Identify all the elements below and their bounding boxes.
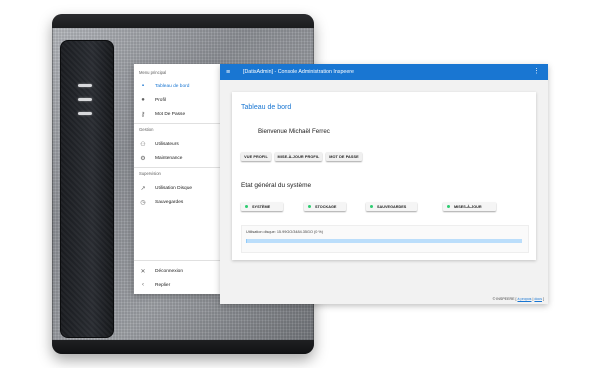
drawer-item-label: Replier: [155, 282, 171, 288]
drawer-item-collapse[interactable]: ‹ Replier: [138, 280, 218, 290]
device-led: [78, 112, 92, 115]
status-label: STOCKAGE: [315, 204, 337, 209]
drawer-item-label: Déconnexion: [155, 268, 184, 274]
chart-icon: ↗: [140, 185, 146, 192]
drawer-item-label: Profil: [155, 97, 166, 103]
status-ok-icon: [245, 205, 248, 208]
drawer-item-logout[interactable]: ✕ Déconnexion: [138, 266, 218, 276]
drawer-item-label: Sauvegardes: [155, 199, 184, 205]
disk-usage-bar: [246, 239, 522, 243]
disk-usage-label: Utilisation disque: 15.99GO/3484.35GO (0…: [246, 230, 324, 234]
app-window: ≡ [DatisAdmin] - Console Administration …: [220, 64, 548, 304]
about-link[interactable]: à propos: [517, 297, 531, 301]
device-led: [78, 98, 92, 101]
drawer-divider: [134, 123, 220, 124]
home-icon: ▪: [141, 83, 145, 89]
drawer-item-dashboard[interactable]: ▪ Tableau de bord: [138, 81, 218, 91]
device-front-panel: [60, 40, 114, 338]
key-icon: ⚷: [140, 111, 146, 118]
drawer-item-label: Utilisateurs: [155, 141, 179, 147]
drawer-item-password[interactable]: ⚷ Mot De Passe: [138, 109, 218, 119]
drawer-item-label: Maintenance: [155, 155, 183, 161]
drawer-item-users[interactable]: ⚇ Utilisateurs: [138, 139, 218, 149]
device-top-edge: [52, 14, 314, 28]
drawer-item-disk-usage[interactable]: ↗ Utilisation Disque: [138, 183, 218, 193]
view-profile-button[interactable]: VUE PROFIL: [241, 152, 271, 161]
disk-usage-panel: Utilisation disque: 15.99GO/3484.35GO (0…: [241, 225, 529, 253]
status-ok-icon: [370, 205, 373, 208]
drawer-item-label: Mot De Passe: [155, 111, 186, 117]
page-title: Tableau de bord: [241, 104, 292, 111]
people-icon: ⚇: [140, 141, 146, 148]
drawer-item-maintenance[interactable]: ⚙ Maintenance: [138, 153, 218, 163]
system-state-title: Etat général du système: [241, 182, 312, 189]
status-ok-icon: [308, 205, 311, 208]
status-label: MISES-À-JOUR: [454, 204, 482, 209]
footer: © INSPEERE [ à propos | docs ]: [492, 297, 544, 301]
password-button[interactable]: MOT DE PASSE: [326, 152, 362, 161]
device-led: [78, 84, 92, 87]
person-icon: ●: [141, 97, 145, 103]
dashboard-card: Tableau de bord Bienvenue Michaël Ferrec…: [232, 92, 536, 260]
status-label: SAUVEGARDES: [377, 204, 407, 209]
more-vert-icon[interactable]: ⋮: [533, 68, 540, 75]
drawer-item-profile[interactable]: ● Profil: [138, 95, 218, 105]
disk-usage-fill: [246, 239, 248, 243]
drawer-divider: [134, 260, 220, 261]
close-icon: ✕: [140, 268, 146, 275]
menu-icon[interactable]: ≡: [226, 69, 234, 76]
app-bar: ≡ [DatisAdmin] - Console Administration …: [220, 64, 548, 80]
section-supervision-label: Supervision: [139, 171, 161, 176]
status-storage[interactable]: STOCKAGE: [304, 202, 346, 211]
docs-link[interactable]: docs: [534, 297, 542, 301]
status-updates[interactable]: MISES-À-JOUR: [443, 202, 496, 211]
drawer-item-label: Tableau de bord: [155, 83, 190, 89]
status-ok-icon: [447, 205, 450, 208]
drawer-divider: [134, 167, 220, 168]
navigation-drawer: Menu principal ▪ Tableau de bord ● Profi…: [134, 64, 220, 294]
update-profile-button[interactable]: MISE-À-JOUR PROFIL: [275, 152, 322, 161]
footer-brand: © INSPEERE: [492, 297, 515, 301]
drawer-item-backups[interactable]: ◷ Sauvegardes: [138, 197, 218, 207]
device-bottom-edge: [52, 340, 314, 354]
section-management-label: Gestion: [139, 127, 154, 132]
status-system[interactable]: SYSTÈME: [241, 202, 283, 211]
gear-icon: ⚙: [140, 155, 146, 162]
status-label: SYSTÈME: [252, 204, 271, 209]
welcome-message: Bienvenue Michaël Ferrec: [258, 128, 330, 135]
chevron-left-icon: ‹: [142, 282, 144, 288]
section-main-label: Menu principal: [139, 70, 167, 75]
history-icon: ◷: [140, 199, 146, 206]
app-title: [DatisAdmin] - Console Administration In…: [243, 69, 354, 75]
drawer-item-label: Utilisation Disque: [155, 185, 193, 191]
status-backups[interactable]: SAUVEGARDES: [366, 202, 417, 211]
